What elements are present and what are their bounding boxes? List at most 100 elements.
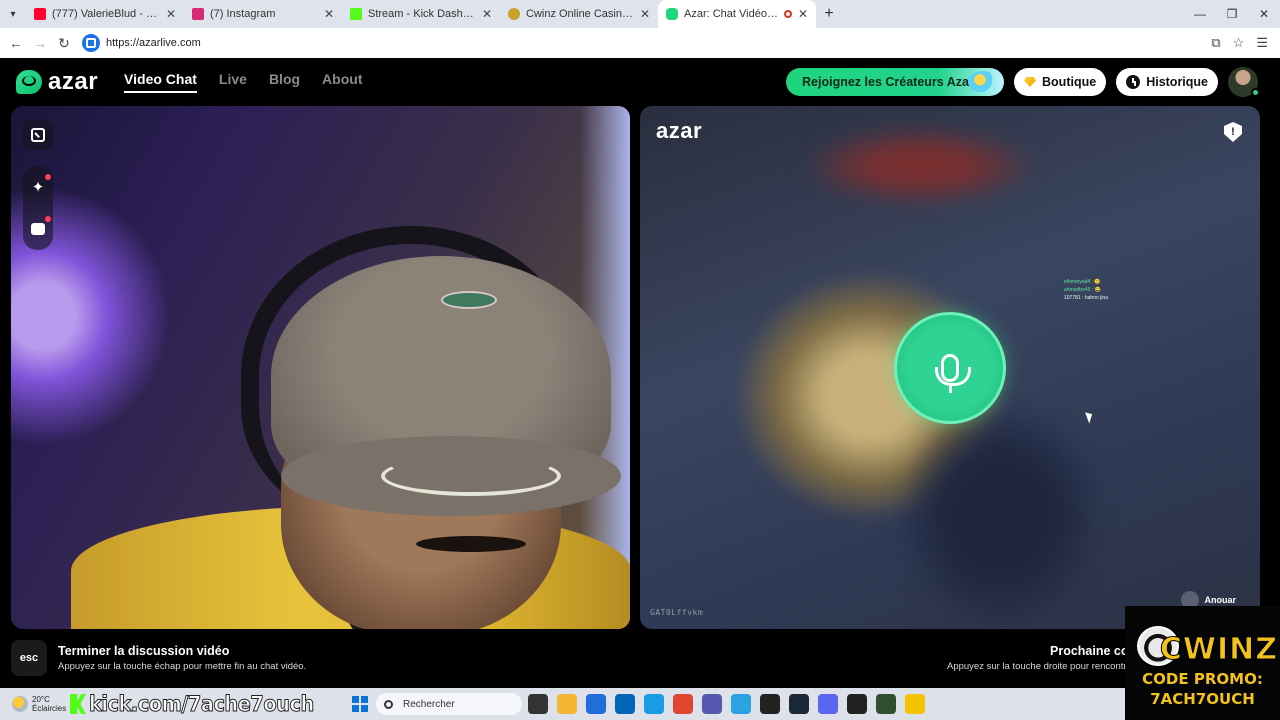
history-button[interactable]: Historique [1116, 68, 1218, 96]
microphone-icon [935, 354, 971, 393]
azar-logo[interactable]: azar [16, 68, 98, 96]
reload-icon[interactable]: ↻ [52, 35, 76, 52]
mustache-shape [416, 536, 526, 552]
promo-code-label: CODE PROMO: [1142, 670, 1263, 688]
esc-key-button[interactable]: esc [11, 640, 47, 676]
notification-dot [45, 174, 51, 180]
site-info-icon[interactable] [82, 34, 100, 52]
azar-header: azar Video Chat Live Blog About Rejoigne… [0, 58, 1280, 106]
task-view-icon[interactable] [528, 694, 548, 714]
bookmark-star-icon[interactable]: ☆ [1233, 35, 1245, 51]
back-icon[interactable]: ← [4, 35, 28, 51]
kick-icon [350, 8, 362, 20]
chat-line: 107781 : hahno jina [1064, 295, 1108, 301]
address-bar: ← → ↻ https://azarlive.com ⧉ ☆ ☰ [0, 28, 1280, 58]
tab-list-button[interactable]: ▾ [0, 0, 26, 28]
install-app-icon[interactable]: ⧉ [1211, 35, 1220, 51]
browser-tab-azar[interactable]: Azar: Chat Vidéo, Rencontre... ✕ [658, 0, 816, 28]
browser-tab-bar: ▾ (777) ValerieBlud - Marceline (A... ✕ … [0, 0, 1280, 28]
blurred-background-shape [800, 126, 1040, 206]
shop-button[interactable]: Boutique [1014, 68, 1107, 96]
clock-icon [1126, 75, 1141, 89]
chrome-icon[interactable] [673, 694, 693, 714]
effects-button[interactable]: ✦ [23, 172, 53, 202]
history-label: Historique [1146, 75, 1208, 89]
search-placeholder: Rechercher [403, 698, 455, 710]
url-field[interactable]: https://azarlive.com [82, 32, 1082, 54]
forward-icon[interactable]: → [28, 35, 52, 51]
nav-about[interactable]: About [322, 71, 362, 93]
azar-logo-icon [16, 70, 42, 94]
weather-text: 20°C Éclaircies [32, 695, 66, 713]
obs-icon[interactable] [847, 694, 867, 714]
video-chat-area: ✦ azar ! elhmreyad4 : 🙂 ahmedtrz45 : 😂 1… [0, 106, 1280, 636]
nav-live[interactable]: Live [219, 71, 247, 93]
chat-line: elhmreyad4 : 🙂 [1064, 279, 1101, 285]
restore-icon[interactable]: ❐ [1216, 7, 1248, 21]
nav-video-chat[interactable]: Video Chat [124, 71, 197, 93]
glasses-shape [381, 456, 561, 496]
keyboard-hints: esc Terminer la discussion vidéo Appuyez… [0, 636, 1280, 688]
capcut-icon[interactable] [760, 694, 780, 714]
main-nav: Video Chat Live Blog About [124, 71, 362, 93]
nav-blog[interactable]: Blog [269, 71, 300, 93]
edge-icon[interactable] [644, 694, 664, 714]
next-chat-hint: Appuyez sur la touche droite pour rencon… [947, 661, 1132, 672]
next-chat-title: Prochaine cor [1050, 644, 1134, 658]
cap-logo-shape [441, 291, 497, 309]
close-tab-icon[interactable]: ✕ [482, 7, 492, 21]
blurred-figure-shape [900, 406, 1100, 626]
profile-avatar[interactable] [1228, 67, 1260, 97]
reading-list-icon[interactable]: ☰ [1256, 35, 1268, 51]
expand-video-button[interactable] [23, 120, 53, 150]
weather-widget[interactable]: 20°C Éclaircies [12, 695, 70, 713]
discord-icon[interactable] [818, 694, 838, 714]
close-tab-icon[interactable]: ✕ [324, 7, 334, 21]
close-tab-icon[interactable]: ✕ [798, 7, 808, 21]
windows-taskbar: 20°C Éclaircies kick.com/7ache7ouch Rech… [0, 688, 1125, 720]
taskbar-apps [528, 694, 925, 714]
address-bar-actions: ⧉ ☆ ☰ [1211, 35, 1268, 51]
report-button[interactable]: ! [1224, 122, 1242, 142]
join-creators-button[interactable]: Rejoignez les Créateurs Azar [786, 68, 1005, 96]
azar-watermark: azar [656, 118, 703, 143]
taskbar-search[interactable]: Rechercher [376, 693, 522, 715]
header-actions: Rejoignez les Créateurs Azar Boutique Hi… [786, 67, 1260, 97]
kick-channel-overlay: kick.com/7ache7ouch [70, 688, 333, 720]
close-window-icon[interactable]: ✕ [1248, 7, 1280, 21]
video-side-tools: ✦ [23, 120, 53, 250]
face-filter-button[interactable] [23, 214, 53, 244]
browser-tab-kick[interactable]: Stream - Kick Dashboard ✕ [342, 0, 500, 28]
promo-code-value: 7ACH7OUCH [1150, 690, 1255, 708]
browser-tab-youtube[interactable]: (777) ValerieBlud - Marceline (A... ✕ [26, 0, 184, 28]
close-tab-icon[interactable]: ✕ [166, 7, 176, 21]
outlook-icon[interactable] [615, 694, 635, 714]
search-icon [384, 699, 393, 709]
tab-title: (7) Instagram [210, 8, 276, 20]
weather-icon [12, 696, 28, 712]
end-chat-title: Terminer la discussion vidéo [58, 644, 230, 658]
peer-user-id: GAT0Lffvkm [650, 608, 704, 617]
recording-icon [783, 10, 792, 18]
browser-tab-cwinz[interactable]: Cwinz Online Casino | Slots, Live... ✕ [500, 0, 658, 28]
report-shield-icon: ! [1231, 126, 1235, 138]
weather-condition: Éclaircies [32, 704, 67, 713]
promo-brand: CWINZ [1159, 632, 1278, 668]
kick-url-text: kick.com/7ache7ouch [89, 692, 315, 717]
store-icon[interactable] [586, 694, 606, 714]
new-tab-button[interactable]: + [816, 5, 842, 23]
close-tab-icon[interactable]: ✕ [640, 7, 650, 21]
steam-icon[interactable] [789, 694, 809, 714]
windows-start-button[interactable] [352, 696, 368, 712]
minimize-icon[interactable]: — [1184, 7, 1216, 21]
app-icon[interactable] [876, 694, 896, 714]
telegram-icon[interactable] [731, 694, 751, 714]
browser-tab-instagram[interactable]: (7) Instagram ✕ [184, 0, 342, 28]
tab-title: (777) ValerieBlud - Marceline (A... [52, 8, 160, 20]
tab-title: Cwinz Online Casino | Slots, Live... [526, 8, 634, 20]
join-creators-label: Rejoignez les Créateurs Azar [802, 75, 974, 89]
teams-icon[interactable] [702, 694, 722, 714]
microphone-button[interactable] [894, 312, 1006, 424]
file-explorer-icon[interactable] [557, 694, 577, 714]
warning-icon[interactable] [905, 694, 925, 714]
